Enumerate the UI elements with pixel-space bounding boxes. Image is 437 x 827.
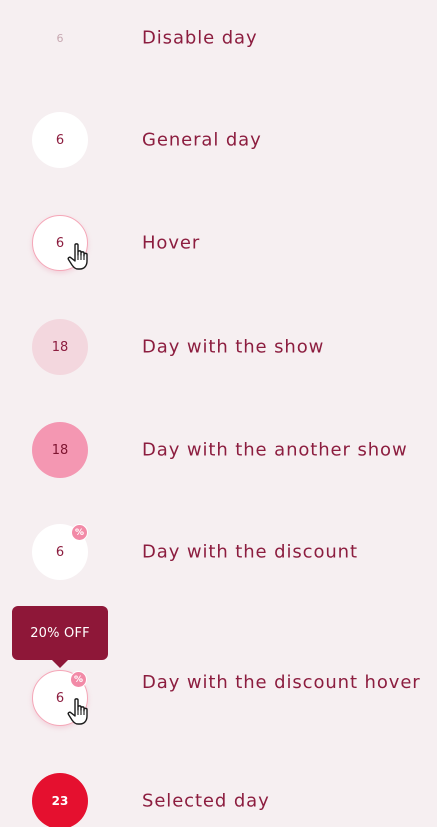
day-general[interactable]: 6 (32, 112, 88, 168)
state-label: Day with the show (142, 336, 325, 358)
state-label: General day (142, 129, 262, 151)
state-row-general: 6 General day (0, 110, 437, 170)
day-selected[interactable]: 23 (32, 773, 88, 827)
state-row-hover: 6 Hover (0, 213, 437, 273)
state-row-show: 18 Day with the show (0, 317, 437, 377)
percent-badge-icon: % (70, 671, 87, 688)
day-number: 6 (56, 31, 64, 45)
state-label: Day with the discount (142, 541, 358, 563)
day-number: 18 (51, 339, 69, 355)
state-row-disabled: 6 Disable day (0, 8, 437, 68)
state-label: Selected day (142, 790, 270, 812)
state-label: Day with the another show (142, 439, 408, 461)
day-number: 18 (51, 442, 69, 458)
day-with-show[interactable]: 18 (32, 319, 88, 375)
state-label: Disable day (142, 27, 258, 49)
day-number: 23 (51, 794, 69, 808)
day-disabled: 6 (32, 10, 88, 66)
state-row-selected: 23 Selected day (0, 771, 437, 827)
state-label: Hover (142, 232, 201, 254)
day-number: 6 (55, 544, 65, 560)
calendar-day-states: 6 Disable day 6 General day 6 Hover 18 D… (0, 0, 437, 827)
hand-pointer-icon (67, 243, 88, 270)
day-number: 6 (55, 690, 65, 706)
day-with-discount[interactable]: 6 % (32, 524, 88, 580)
state-row-another-show: 18 Day with the another show (0, 420, 437, 480)
hand-pointer-icon (67, 698, 88, 725)
day-number: 6 (55, 235, 65, 251)
discount-tooltip: 20% OFF (12, 606, 108, 668)
day-number: 6 (55, 132, 65, 148)
state-row-discount-hover: 6 % Day with the discount hover (0, 668, 437, 728)
day-with-another-show[interactable]: 18 (32, 422, 88, 478)
state-row-discount: 6 % Day with the discount (0, 522, 437, 582)
state-label: Day with the discount hover (142, 672, 421, 693)
percent-badge-icon: % (71, 524, 88, 541)
tooltip-text: 20% OFF (30, 625, 90, 641)
